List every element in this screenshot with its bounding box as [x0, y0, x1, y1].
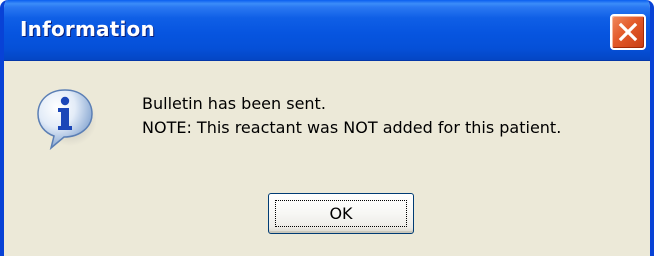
- close-icon: [618, 22, 638, 42]
- message-text: Bulletin has been sent. NOTE: This react…: [142, 92, 561, 140]
- information-dialog: Information Bulletin has been sent. NOTE…: [0, 0, 654, 256]
- info-icon: [37, 89, 96, 151]
- message-line-1: Bulletin has been sent.: [142, 94, 326, 113]
- close-button[interactable]: [610, 14, 646, 50]
- title-bar[interactable]: Information: [4, 0, 650, 61]
- ok-button-label: OK: [329, 204, 353, 223]
- ok-button[interactable]: OK: [268, 193, 414, 234]
- dialog-title: Information: [20, 17, 155, 41]
- message-line-2: NOTE: This reactant was NOT added for th…: [142, 118, 562, 137]
